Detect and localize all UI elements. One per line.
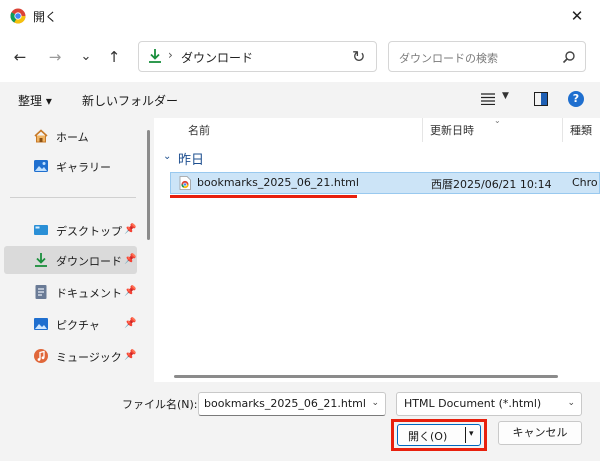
view-options-dropdown[interactable]: ▼: [502, 91, 509, 101]
pin-icon[interactable]: 📌: [124, 224, 136, 235]
sidebar-scrollbar[interactable]: [146, 118, 152, 382]
cancel-button[interactable]: キャンセル: [498, 421, 582, 445]
column-separator[interactable]: [562, 118, 563, 142]
sidebar-item-music[interactable]: ミュージック 📌: [4, 342, 137, 370]
pictures-icon: [34, 318, 48, 330]
sidebar-item-pictures[interactable]: ピクチャ 📌: [4, 310, 137, 338]
sidebar-item-label: ピクチャ: [56, 319, 100, 332]
command-toolbar: 整理 ▾ 新しいフォルダー ▼ ?: [0, 82, 600, 118]
sidebar-item-label: ミュージック: [56, 351, 122, 364]
help-icon[interactable]: ?: [568, 91, 584, 107]
filename-input[interactable]: bookmarks_2025_06_21.html ⌄: [198, 392, 386, 416]
filename-label: ファイル名(N):: [122, 398, 198, 411]
chevron-down-icon[interactable]: ⌄: [567, 398, 575, 408]
table-row[interactable]: bookmarks_2025_06_21.html 西暦2025/06/21 1…: [170, 172, 600, 194]
desktop-icon: [34, 225, 48, 235]
sidebar-item-label: ホーム: [56, 131, 89, 144]
open-options-dropdown-icon[interactable]: ▾: [469, 429, 474, 439]
search-input[interactable]: ダウンロードの検索: [388, 41, 586, 72]
window-title: 開く: [33, 10, 58, 24]
column-header-type[interactable]: 種類: [570, 122, 592, 138]
file-name: bookmarks_2025_06_21.html: [197, 176, 359, 189]
file-list-horizontal-scrollbar[interactable]: [154, 372, 600, 380]
file-type-filter-select[interactable]: HTML Document (*.html) ⌄: [396, 392, 582, 416]
file-type-filter-value: HTML Document (*.html): [404, 397, 542, 410]
column-header-modified[interactable]: 更新日時: [430, 122, 474, 138]
sidebar-item-documents[interactable]: ドキュメント 📌: [4, 278, 137, 306]
search-icon: [562, 51, 575, 64]
pin-icon[interactable]: 📌: [124, 318, 136, 329]
music-icon: [34, 349, 48, 363]
sidebar-item-downloads[interactable]: ダウンロード 📌: [4, 246, 137, 274]
pin-icon[interactable]: 📌: [124, 350, 136, 361]
address-bar[interactable]: › ダウンロード: [138, 41, 377, 72]
column-header-name[interactable]: 名前: [188, 122, 210, 138]
chrome-icon: [10, 8, 26, 24]
group-header[interactable]: 昨日: [178, 149, 204, 168]
pin-icon[interactable]: 📌: [124, 286, 136, 297]
forward-arrow-icon[interactable]: →: [45, 47, 65, 67]
sidebar-item-label: デスクトップ: [56, 225, 122, 238]
sort-caret-icon: ⌄: [494, 118, 501, 125]
file-list: 名前 更新日時 ⌄ 種類 ⌄ 昨日 bookmarks_2025_06_21.h…: [154, 118, 600, 382]
chevron-down-icon[interactable]: ⌄: [371, 398, 379, 408]
sidebar-item-desktop[interactable]: デスクトップ 📌: [4, 216, 137, 244]
sidebar-item-home[interactable]: ホーム: [4, 122, 137, 150]
document-icon: [35, 285, 47, 299]
organize-menu-button[interactable]: 整理 ▾: [18, 92, 52, 109]
title-bar: 開く ✕: [0, 0, 600, 32]
dialog-footer: ファイル名(N): bookmarks_2025_06_21.html ⌄ HT…: [0, 382, 600, 461]
sidebar-item-label: ドキュメント: [56, 287, 122, 300]
annotation-underline: [170, 195, 357, 198]
filename-value: bookmarks_2025_06_21.html: [204, 397, 366, 410]
file-modified: 西暦2025/06/21 10:14: [431, 178, 552, 191]
download-icon: [149, 49, 161, 63]
up-arrow-icon[interactable]: ↑: [104, 47, 124, 67]
search-placeholder: ダウンロードの検索: [399, 52, 498, 65]
sidebar-item-gallery[interactable]: ギャラリー: [4, 152, 137, 180]
back-arrow-icon[interactable]: ←: [10, 47, 30, 67]
list-view-icon[interactable]: [481, 93, 495, 105]
horizontal-scrollbar-thumb[interactable]: [174, 375, 558, 378]
close-button[interactable]: ✕: [554, 0, 600, 32]
preview-pane-icon[interactable]: [534, 92, 548, 106]
split-divider: [465, 427, 466, 443]
sidebar-scrollbar-thumb[interactable]: [147, 130, 150, 240]
navigation-bar: ← → ⌄ ↑ › ダウンロード ↻ ダウンロードの検索: [0, 32, 600, 82]
sidebar-item-label: ギャラリー: [56, 161, 111, 174]
chrome-html-file-icon: [179, 176, 191, 190]
annotation-highlight-box: 開く(O) ▾: [391, 419, 487, 451]
file-type: Chro: [572, 176, 598, 189]
sidebar-item-label: ダウンロード: [56, 255, 122, 268]
open-button[interactable]: 開く(O) ▾: [397, 424, 481, 446]
sidebar-divider: [10, 197, 136, 198]
breadcrumb-location[interactable]: ダウンロード: [181, 49, 253, 66]
navigation-pane: ホーム ギャラリー デスクトップ 📌 ダウンロード 📌 ドキュメント 📌 ピクチ…: [0, 118, 146, 382]
pin-icon[interactable]: 📌: [124, 254, 136, 265]
open-button-label: 開く(O): [408, 430, 448, 443]
column-separator[interactable]: [422, 118, 423, 142]
close-icon: ✕: [570, 7, 584, 25]
refresh-icon[interactable]: ↻: [352, 47, 365, 66]
download-icon: [35, 253, 47, 267]
group-collapse-chevron-icon[interactable]: ⌄: [163, 151, 171, 162]
gallery-icon: [34, 160, 48, 172]
home-icon: [34, 129, 48, 143]
recent-locations-chevron-icon[interactable]: ⌄: [76, 47, 96, 67]
breadcrumb-separator: ›: [168, 48, 173, 62]
new-folder-button[interactable]: 新しいフォルダー: [82, 92, 178, 109]
